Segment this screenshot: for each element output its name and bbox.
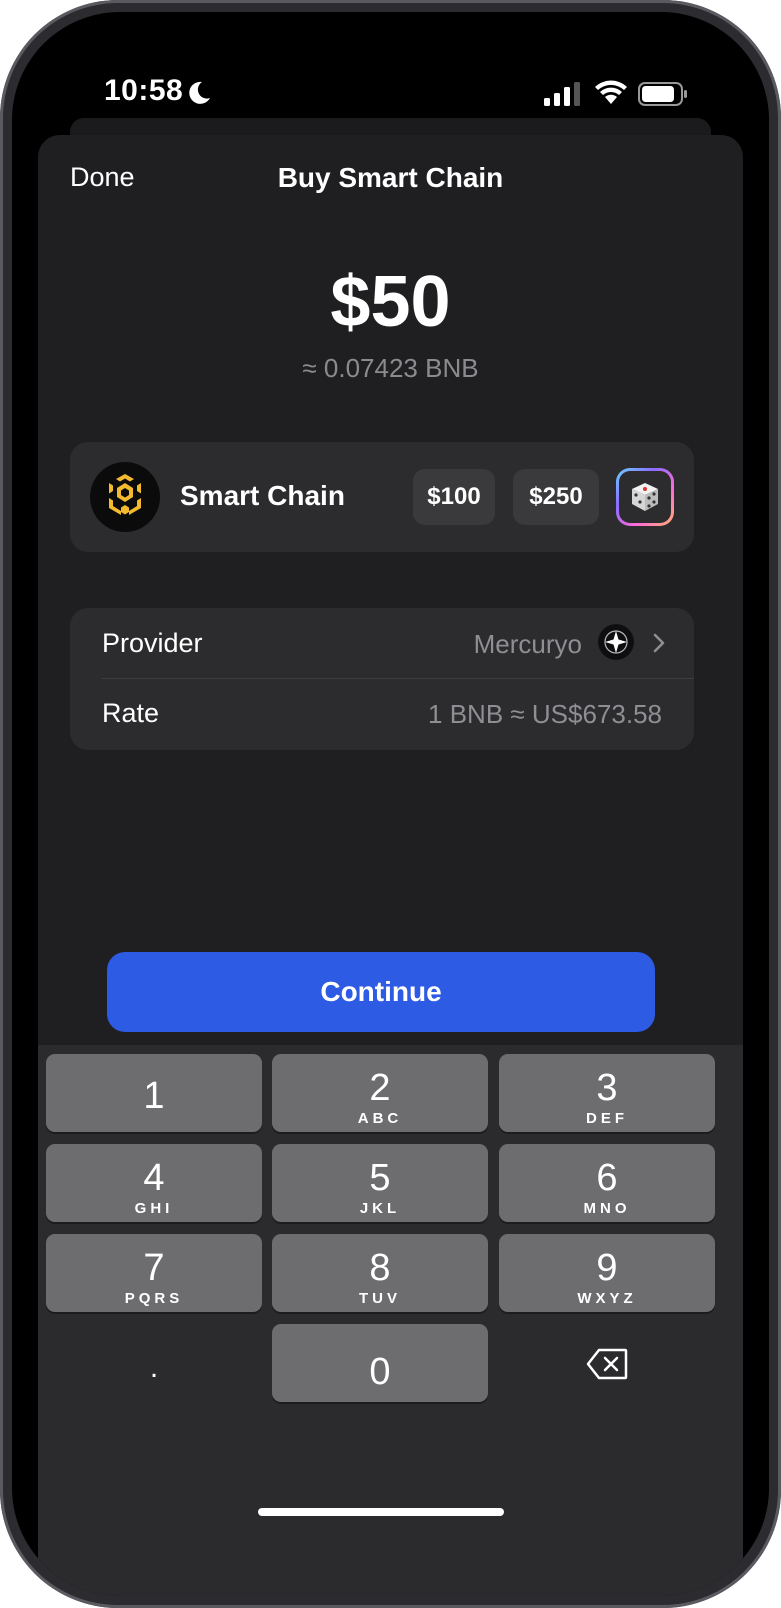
preset-100-button[interactable]: $100: [413, 469, 495, 525]
details-card: Provider Mercuryo Rate 1 BNB ≈ US$673.58: [70, 608, 694, 750]
delete-button[interactable]: [499, 1324, 715, 1402]
key-digit: 2: [369, 1066, 391, 1109]
key-decimal-label: .: [149, 1351, 159, 1384]
provider-value: Mercuryo: [473, 629, 582, 659]
key-digit: 9: [596, 1246, 618, 1289]
key-letters: PQRS: [124, 1289, 184, 1307]
dice-icon: [632, 483, 658, 511]
sheet-title: Buy Smart Chain: [277, 162, 504, 193]
rate-label: Rate: [102, 698, 160, 728]
asset-name: Smart Chain: [180, 480, 345, 511]
key-letters: WXYZ: [577, 1289, 637, 1307]
key-6[interactable]: 6 MNO: [499, 1144, 715, 1222]
row-divider: [102, 678, 694, 679]
key-letters: DEF: [586, 1109, 628, 1127]
key-7[interactable]: 7 PQRS: [46, 1234, 262, 1312]
key-3[interactable]: 3 DEF: [499, 1054, 715, 1132]
key-digit: 1: [143, 1075, 165, 1117]
home-indicator[interactable]: [258, 1508, 504, 1516]
status-time: 10:58: [104, 74, 184, 107]
key-letters: ABC: [357, 1109, 403, 1127]
key-letters: MNO: [583, 1199, 631, 1217]
key-digit: 3: [596, 1066, 618, 1109]
wifi-icon: [595, 80, 627, 104]
rate-value: 1 BNB ≈ US$673.58: [428, 699, 662, 729]
key-5[interactable]: 5 JKL: [272, 1144, 488, 1222]
moon-icon: [189, 81, 210, 104]
key-digit: 8: [369, 1246, 391, 1289]
key-digit: 0: [369, 1350, 391, 1393]
key-0[interactable]: 0: [272, 1324, 488, 1402]
converted-amount: ≈ 0.07423 BNB: [302, 353, 479, 383]
key-decimal[interactable]: .: [46, 1324, 262, 1402]
continue-button[interactable]: Continue: [107, 952, 655, 1032]
amount-display: $50: [330, 262, 451, 342]
bnb-logo-icon: [90, 462, 160, 532]
battery-icon: [638, 82, 687, 106]
random-amount-button[interactable]: [616, 468, 674, 526]
key-2[interactable]: 2 ABC: [272, 1054, 488, 1132]
key-8[interactable]: 8 TUV: [272, 1234, 488, 1312]
key-letters: JKL: [359, 1199, 401, 1217]
key-digit: 6: [596, 1156, 618, 1199]
asset-selector[interactable]: Smart Chain $100 $250: [70, 442, 694, 552]
chevron-right-icon: [653, 633, 665, 653]
cellular-signal-icon: [544, 82, 580, 106]
key-1[interactable]: 1: [46, 1054, 262, 1132]
phone-frame: 10:58 Done Buy Smart Chain $50 ≈ 0.07423…: [0, 0, 781, 1608]
key-9[interactable]: 9 WXYZ: [499, 1234, 715, 1312]
mercuryo-logo-icon: [598, 624, 634, 660]
screen: 10:58 Done Buy Smart Chain $50 ≈ 0.07423…: [12, 12, 769, 1596]
key-digit: 4: [143, 1156, 165, 1199]
key-4[interactable]: 4 GHI: [46, 1144, 262, 1222]
backspace-icon: [586, 1348, 628, 1379]
preset-250-button[interactable]: $250: [513, 469, 599, 525]
key-digit: 7: [143, 1246, 165, 1289]
key-digit: 5: [369, 1156, 391, 1199]
key-letters: GHI: [134, 1199, 174, 1217]
provider-row[interactable]: Provider Mercuryo: [70, 608, 694, 678]
provider-label: Provider: [102, 628, 203, 658]
key-letters: TUV: [359, 1289, 401, 1307]
